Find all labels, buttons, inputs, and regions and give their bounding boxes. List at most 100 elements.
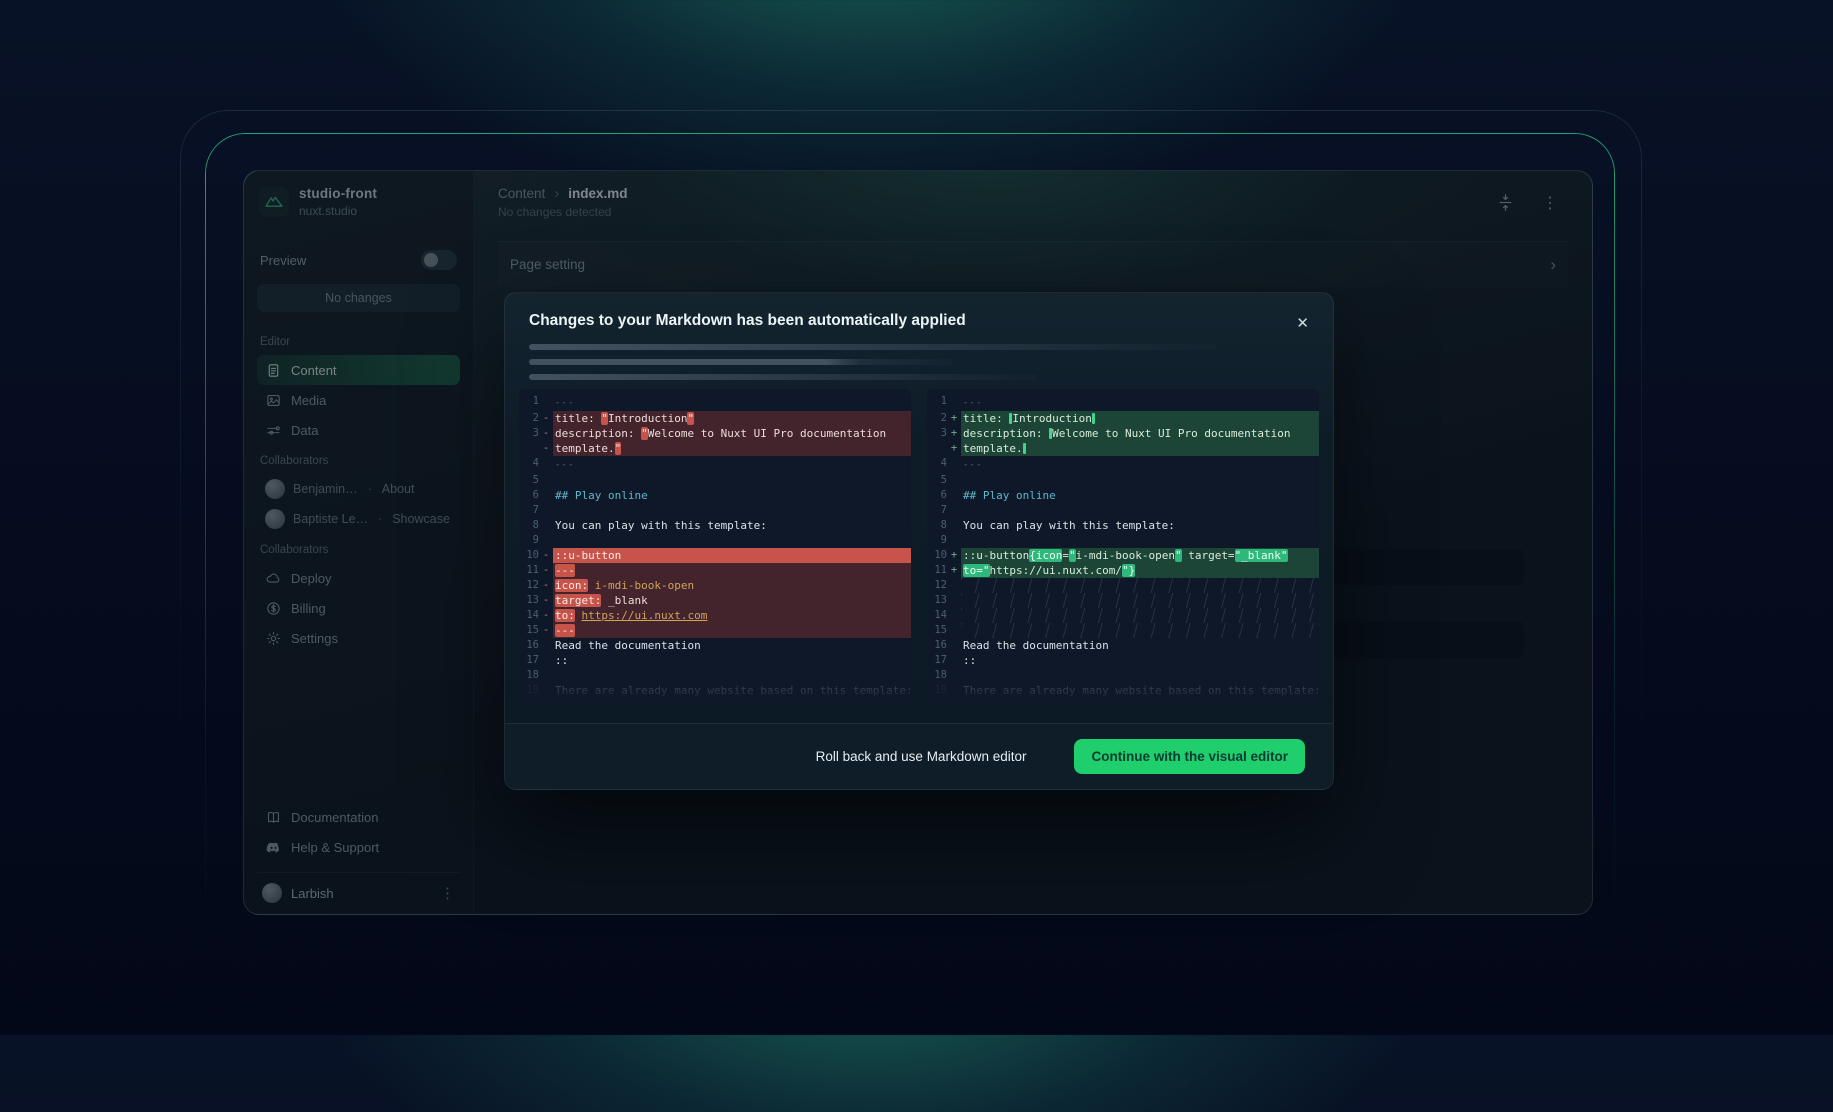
diff-row: 12 xyxy=(927,578,1319,593)
diff-token: Welcome to Nuxt UI Pro documentation xyxy=(1052,427,1290,440)
diff-row: -template." xyxy=(519,441,911,456)
diff-row: 10+::u-button{icon="i-mdi-book-open" tar… xyxy=(927,548,1319,563)
line-number: 2 xyxy=(927,411,947,426)
section-label: Editor xyxy=(260,336,457,348)
diff-code-line: title: Introduction xyxy=(961,411,1319,426)
diff-token: --- xyxy=(555,460,575,470)
diff-marker xyxy=(539,683,553,698)
sidebar-item-label: Deploy xyxy=(291,571,331,586)
project-switcher[interactable]: studio-front nuxt.studio xyxy=(259,186,458,218)
sidebar-item-media[interactable]: Media xyxy=(257,385,460,415)
sidebar-item-billing[interactable]: Billing xyxy=(257,593,460,623)
diff-marker xyxy=(947,456,961,473)
diff-marker xyxy=(947,608,961,623)
user-row[interactable]: Larbish ⋮ xyxy=(257,881,460,903)
diff-marker: - xyxy=(539,593,553,608)
line-number: 19 xyxy=(519,683,539,698)
breadcrumb-section[interactable]: Content xyxy=(498,186,545,201)
sidebar-item-content[interactable]: Content xyxy=(257,355,460,385)
diff-token: to=" xyxy=(963,564,990,577)
commit-icon[interactable] xyxy=(1496,193,1515,213)
diff-row: 9 xyxy=(519,533,911,548)
line-number: 5 xyxy=(927,473,947,488)
line-number: 13 xyxy=(927,593,947,608)
diff-code-line: title: "Introduction" xyxy=(553,411,911,426)
line-number: 8 xyxy=(927,518,947,533)
diff-marker xyxy=(539,394,553,411)
diff-token: https://ui.nuxt.com xyxy=(582,609,708,622)
kebab-menu-icon[interactable]: ⋮ xyxy=(440,884,455,902)
diff-marker xyxy=(947,503,961,518)
diff-marker xyxy=(539,488,553,503)
sidebar-item-label: Data xyxy=(291,423,318,438)
diff-code-line xyxy=(553,473,911,488)
no-changes-button[interactable]: No changes xyxy=(257,284,460,312)
diff-row: 1--- xyxy=(519,394,911,411)
line-number: 13 xyxy=(519,593,539,608)
diff-marker xyxy=(947,394,961,411)
line-number: 14 xyxy=(519,608,539,623)
sidebar-item-label: Media xyxy=(291,393,326,408)
discord-icon xyxy=(265,839,282,856)
diff-code-line: description: "Welcome to Nuxt UI Pro doc… xyxy=(553,426,911,441)
sidebar: studio-front nuxt.studio Preview No chan… xyxy=(244,171,474,914)
cloud-icon xyxy=(265,570,282,587)
diff-code-line xyxy=(553,533,911,548)
diff-token: icon: xyxy=(555,579,588,592)
diff-code-line: There are already many website based on … xyxy=(961,683,1319,698)
diff-code-line: Read the documentation xyxy=(961,638,1319,653)
diff-code-line: --- xyxy=(961,394,1319,411)
line-number: 2 xyxy=(519,411,539,426)
avatar xyxy=(265,479,285,499)
diff-marker: - xyxy=(539,578,553,593)
diff-token: "} xyxy=(1122,564,1135,577)
page-setting-row[interactable]: Page setting › xyxy=(498,241,1568,287)
diff-marker xyxy=(539,503,553,518)
line-number: 9 xyxy=(927,533,947,548)
diff-marker: + xyxy=(947,548,961,563)
diff-row: 7 xyxy=(927,503,1319,518)
sidebar-item-data[interactable]: Data xyxy=(257,415,460,445)
markdown-changes-modal: Changes to your Markdown has been automa… xyxy=(504,292,1334,790)
diff-code-line: Read the documentation xyxy=(553,638,911,653)
diff-code-line: ## Play online xyxy=(553,488,911,503)
diff-token: :: xyxy=(555,654,568,667)
skeleton-lines xyxy=(529,344,1309,380)
close-icon[interactable]: ✕ xyxy=(1292,310,1313,336)
line-number xyxy=(519,441,539,456)
diff-insert-marker xyxy=(1023,443,1026,454)
line-number: 18 xyxy=(519,668,539,683)
diff-token: description: xyxy=(963,427,1049,440)
continue-visual-editor-button[interactable]: Continue with the visual editor xyxy=(1074,739,1305,774)
sidebar-item-settings[interactable]: Settings xyxy=(257,623,460,653)
kebab-menu-icon[interactable]: ⋮ xyxy=(1542,193,1558,213)
collaborator-item[interactable]: Benjamin…·About xyxy=(257,474,460,504)
preview-toggle[interactable] xyxy=(421,250,457,270)
diff-marker: + xyxy=(947,441,961,456)
line-number: 9 xyxy=(519,533,539,548)
line-number: 16 xyxy=(519,638,539,653)
diff-token: You can play with this template: xyxy=(555,519,767,532)
sidebar-item-help-support[interactable]: Help & Support xyxy=(257,832,460,862)
collaborator-name: Baptiste Le… xyxy=(293,512,368,526)
diff-code-line: --- xyxy=(961,456,1319,473)
diff-token: template. xyxy=(963,442,1023,455)
diff-code-line: ::u-button xyxy=(553,548,911,563)
diff-row: 2+title: Introduction xyxy=(927,411,1319,426)
diff-marker: - xyxy=(539,548,553,563)
diff-code-line: :: xyxy=(961,653,1319,668)
changes-status: No changes detected xyxy=(498,205,628,219)
diff-code-line xyxy=(553,503,911,518)
diff-token: title: xyxy=(555,412,601,425)
collaborator-item[interactable]: Baptiste Le…·Showcase xyxy=(257,504,460,534)
preview-label: Preview xyxy=(260,253,306,268)
rollback-button[interactable]: Roll back and use Markdown editor xyxy=(810,748,1033,765)
line-number: 11 xyxy=(927,563,947,578)
diff-code-line: ::u-button{icon="i-mdi-book-open" target… xyxy=(961,548,1319,563)
section-label: Collaborators xyxy=(260,455,457,467)
line-number: 6 xyxy=(927,488,947,503)
nuxt-studio-logo-icon xyxy=(259,187,289,217)
diff-row: 17:: xyxy=(519,653,911,668)
sidebar-item-deploy[interactable]: Deploy xyxy=(257,563,460,593)
sidebar-item-documentation[interactable]: Documentation xyxy=(257,802,460,832)
